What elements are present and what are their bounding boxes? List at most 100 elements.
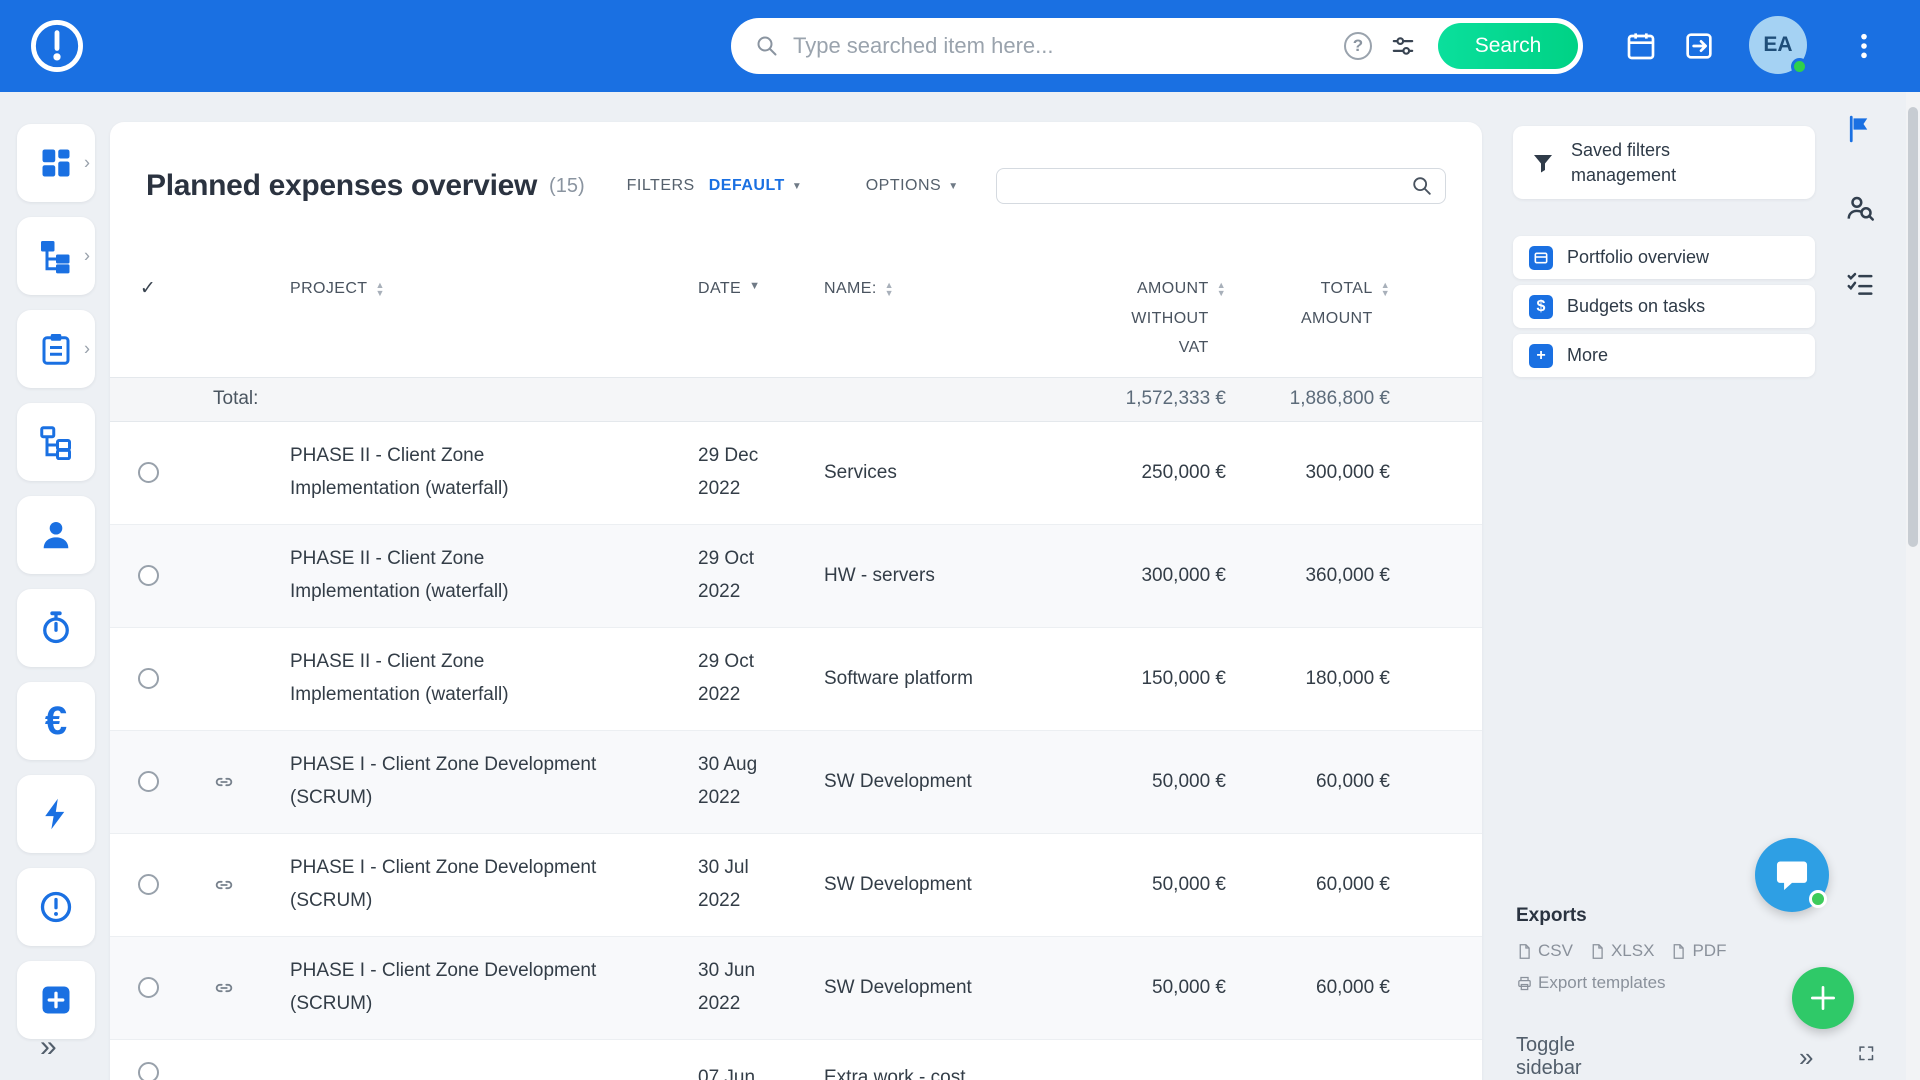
sidebar-item-finance[interactable]: € [17, 682, 95, 760]
fab-add-button[interactable] [1792, 967, 1854, 1029]
filters-label: FILTERS [626, 177, 695, 194]
export-arrow-icon[interactable] [1683, 30, 1715, 62]
link-icon [213, 977, 235, 999]
sidebar-item-org-chart[interactable] [17, 403, 95, 481]
sidebar-item-project-tree[interactable]: › [17, 217, 95, 295]
cell-project[interactable]: PHASE I - Client Zone Development (SCRUM… [280, 749, 690, 814]
sidebar-item-add[interactable] [17, 961, 95, 1039]
row-checkbox[interactable] [137, 462, 159, 484]
chevron-right-icon: › [84, 338, 90, 359]
chat-widget-button[interactable] [1755, 838, 1829, 912]
flag-icon[interactable] [1845, 114, 1877, 149]
toggle-sidebar-button[interactable]: Toggle sidebar [1516, 1034, 1609, 1080]
export-templates-link[interactable]: Export templates [1516, 973, 1666, 993]
sort-arrows-icon: ▲ ▼ [1380, 280, 1390, 298]
topbar: ? Search EA [0, 0, 1920, 92]
column-header-date[interactable]: DATE ▼ [698, 274, 780, 304]
cell-total: 360,000 € [1305, 564, 1390, 586]
record-count: (15) [549, 174, 585, 197]
row-checkbox[interactable] [137, 1061, 159, 1080]
portfolio-icon [1529, 245, 1553, 270]
options-dropdown[interactable]: OPTIONS [866, 177, 942, 195]
user-search-icon[interactable] [1845, 193, 1877, 228]
column-header-amount-without-vat[interactable]: AMOUNT WITHOUT VAT ▲ ▼ [1004, 274, 1226, 363]
filter-sliders-icon[interactable] [1390, 33, 1416, 59]
app-logo-icon [31, 20, 83, 72]
row-checkbox[interactable] [137, 565, 159, 587]
link-icon [213, 874, 235, 896]
column-header-name[interactable]: NAME: ▲ ▼ [824, 274, 1004, 304]
portfolio-overview-button[interactable]: Portfolio overview [1513, 236, 1815, 279]
budgets-on-tasks-button[interactable]: $ Budgets on tasks [1513, 285, 1815, 328]
export-xlsx[interactable]: XLSX [1589, 941, 1654, 961]
total-amount-without-vat: 1,572,333 € [1125, 388, 1226, 410]
export-pdf[interactable]: PDF [1670, 941, 1726, 961]
cell-date: 07 Jun [698, 1066, 756, 1080]
cell-amount: 50,000 € [1152, 976, 1226, 998]
cell-project[interactable]: PHASE II - Client Zone Implementation (w… [280, 646, 690, 711]
user-avatar[interactable]: EA [1749, 16, 1808, 75]
chat-icon [1776, 861, 1808, 891]
filters-value-dropdown[interactable]: DEFAULT [709, 177, 785, 195]
more-button[interactable]: + More [1513, 334, 1815, 377]
search-icon [755, 34, 779, 58]
table-row[interactable]: PHASE II - Client Zone Implementation (w… [110, 524, 1482, 628]
table-row[interactable]: PHASE I - Client Zone Development (SCRUM… [110, 730, 1482, 834]
cell-name: SW Development [824, 976, 972, 998]
double-chevron-icon[interactable]: » [1799, 1044, 1813, 1070]
row-checkbox[interactable] [137, 771, 159, 793]
row-checkbox[interactable] [137, 874, 159, 896]
main-content-card: Planned expenses overview (15) FILTERS D… [110, 122, 1482, 1080]
scrollbar-track[interactable] [1906, 92, 1920, 1080]
export-csv[interactable]: CSV [1516, 941, 1573, 961]
add-square-icon [42, 986, 70, 1014]
row-checkbox[interactable] [137, 668, 159, 690]
app-logo[interactable] [28, 17, 86, 75]
help-icon[interactable]: ? [1344, 32, 1372, 60]
row-checkbox[interactable] [137, 977, 159, 999]
sidebar-item-tasks[interactable]: › [17, 310, 95, 388]
cell-name: Extra work - cost [824, 1066, 966, 1080]
sidebar-item-quick-actions[interactable] [17, 775, 95, 853]
chevron-down-icon: ▼ [948, 180, 959, 192]
plus-icon [1811, 986, 1835, 1010]
cell-amount: 250,000 € [1141, 461, 1226, 483]
column-header-project[interactable]: PROJECT ▲ ▼ [290, 274, 600, 304]
sort-arrows-icon: ▲ ▼ [1216, 280, 1226, 298]
plus-icon: + [1529, 343, 1553, 368]
table-row[interactable]: PHASE I - Client Zone Development (SCRUM… [110, 936, 1482, 1040]
cell-total: 180,000 € [1305, 667, 1390, 689]
sidebar-item-alerts[interactable] [17, 868, 95, 946]
kebab-menu-icon[interactable] [1848, 30, 1880, 62]
table-row[interactable]: PHASE II - Client Zone Implementation (w… [110, 628, 1482, 731]
org-chart-icon [40, 426, 71, 460]
lightning-icon [45, 798, 65, 830]
column-header-total-amount[interactable]: TOTAL AMOUNT ▲ ▼ [1226, 274, 1390, 333]
table-search-input[interactable] [1009, 175, 1411, 197]
global-search-input[interactable] [779, 33, 1344, 59]
cell-project[interactable]: PHASE I - Client Zone Development (SCRUM… [280, 955, 690, 1020]
toggle-sidebar-row: Toggle sidebar » [1516, 1034, 1876, 1080]
cell-project[interactable]: PHASE II - Client Zone Implementation (w… [280, 543, 690, 608]
select-all-checkmark[interactable]: ✓ [140, 274, 156, 304]
calendar-icon[interactable] [1625, 30, 1657, 62]
cell-project[interactable]: PHASE II - Client Zone Implementation (w… [280, 440, 690, 505]
table-row[interactable]: PHASE I - Client Zone Development (SCRUM… [110, 834, 1482, 937]
cell-total: 60,000 € [1316, 873, 1390, 895]
cell-project[interactable]: PHASE I - Client Zone Development (SCRUM… [280, 852, 690, 917]
scrollbar-thumb[interactable] [1908, 107, 1918, 547]
cell-date: 29 Dec 2022 [698, 445, 759, 499]
checklist-icon[interactable] [1845, 268, 1877, 303]
search-button[interactable]: Search [1438, 23, 1578, 69]
sidebar-item-users[interactable] [17, 496, 95, 574]
search-icon[interactable] [1411, 175, 1433, 197]
sidebar-expand-chevrons[interactable]: » [40, 1030, 57, 1064]
cell-project[interactable] [280, 1040, 690, 1062]
fullscreen-icon[interactable] [1857, 1044, 1876, 1070]
saved-filters-button[interactable]: Saved filters management [1513, 126, 1815, 199]
table-row[interactable]: 07 Jun Extra work - cost [110, 1040, 1482, 1080]
sidebar-item-dashboard[interactable]: › [17, 124, 95, 202]
cell-total [1226, 1040, 1390, 1062]
sidebar-item-time-tracking[interactable] [17, 589, 95, 667]
table-row[interactable]: PHASE II - Client Zone Implementation (w… [110, 422, 1482, 525]
